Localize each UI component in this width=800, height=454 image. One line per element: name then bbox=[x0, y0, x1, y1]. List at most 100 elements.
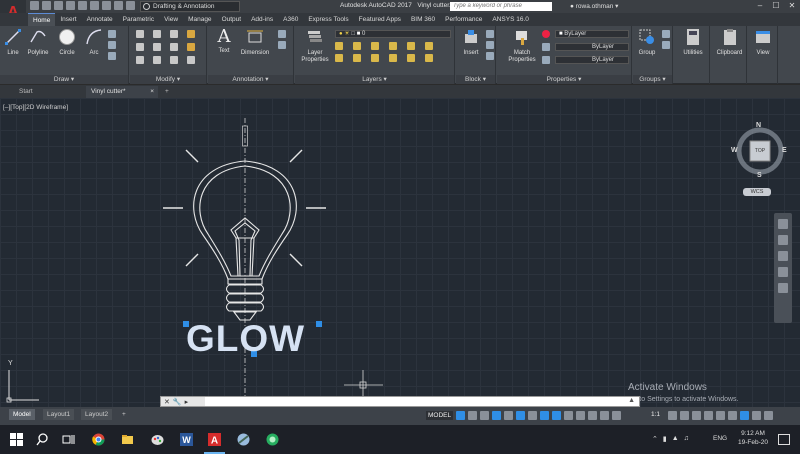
offset-icon[interactable] bbox=[187, 56, 195, 64]
polyline-button[interactable]: Polyline bbox=[25, 28, 51, 56]
block-panel-title[interactable]: Block ▾ bbox=[456, 75, 495, 84]
close-command-line-icon[interactable]: ✕ bbox=[164, 398, 170, 406]
insert-button[interactable]: Insert bbox=[458, 28, 484, 56]
modify-panel-title[interactable]: Modify ▾ bbox=[130, 75, 206, 84]
paint-icon[interactable] bbox=[151, 433, 164, 446]
layer-thaw-icon[interactable] bbox=[389, 54, 397, 62]
tray-chevron-icon[interactable]: ⌃ bbox=[652, 435, 658, 443]
compass-north[interactable]: N bbox=[756, 122, 761, 129]
tab-express-tools[interactable]: Express Tools bbox=[303, 13, 353, 26]
file-tab-start[interactable]: Start bbox=[14, 86, 84, 98]
erase-icon[interactable] bbox=[187, 30, 195, 38]
viewcube[interactable]: N S W E TOP WCS bbox=[730, 120, 790, 198]
mirror-icon[interactable] bbox=[153, 43, 161, 51]
search-icon[interactable] bbox=[36, 433, 49, 446]
layout-tab-layout1[interactable]: Layout1 bbox=[43, 409, 75, 420]
dynamic-input-icon[interactable] bbox=[492, 411, 501, 420]
clean-screen-icon[interactable] bbox=[752, 411, 761, 420]
word-icon[interactable]: W bbox=[180, 433, 193, 446]
stretch-icon[interactable] bbox=[136, 56, 144, 64]
create-block-icon[interactable] bbox=[486, 30, 494, 38]
new-file-icon[interactable] bbox=[30, 1, 39, 10]
snap-icon[interactable] bbox=[468, 411, 477, 420]
lock-ui-icon[interactable] bbox=[716, 411, 725, 420]
chrome-icon[interactable] bbox=[92, 433, 105, 446]
utilities-button[interactable]: Utilities bbox=[678, 28, 708, 56]
compass-south[interactable]: S bbox=[757, 172, 762, 179]
leader-icon[interactable] bbox=[278, 30, 286, 38]
hatch-icon[interactable] bbox=[108, 41, 116, 49]
tab-bim-360[interactable]: BIM 360 bbox=[406, 13, 440, 26]
fillet-icon[interactable] bbox=[170, 43, 178, 51]
layout-tab-layout2[interactable]: Layout2 bbox=[81, 409, 113, 420]
ucs-menu-button[interactable]: WCS bbox=[743, 188, 771, 196]
save-as-icon[interactable] bbox=[66, 1, 75, 10]
web-mobile-icon[interactable] bbox=[78, 1, 87, 10]
windows-start-icon[interactable] bbox=[10, 433, 23, 446]
match-layer-icon[interactable] bbox=[425, 42, 433, 50]
dimension-button[interactable]: Dimension bbox=[238, 28, 272, 56]
volume-icon[interactable]: ♫ bbox=[684, 435, 689, 443]
clock[interactable]: 9:12 AM 19-Feb-20 bbox=[738, 429, 768, 447]
plot-icon[interactable] bbox=[90, 1, 99, 10]
customize-icon[interactable]: 🔧 bbox=[173, 398, 182, 406]
color-dropdown[interactable]: ■ ByLayer bbox=[555, 30, 629, 38]
minimize-button[interactable]: – bbox=[752, 0, 768, 13]
tab-add-ins[interactable]: Add-ins bbox=[246, 13, 278, 26]
close-button[interactable]: ✕ bbox=[784, 0, 800, 13]
text-button[interactable]: A Text bbox=[211, 28, 237, 55]
linetype-dropdown[interactable]: ByLayer bbox=[555, 43, 629, 51]
green-app-icon[interactable] bbox=[266, 433, 279, 446]
ellipse-icon[interactable] bbox=[108, 52, 116, 60]
layer-previous-icon[interactable] bbox=[335, 54, 343, 62]
tab-ansys[interactable]: ANSYS 16.0 bbox=[487, 13, 534, 26]
command-history-icon[interactable]: ▲ bbox=[628, 397, 635, 404]
file-tab-vinyl-cutter[interactable]: Vinyl cutter* × bbox=[86, 86, 158, 98]
selection-cycling-icon[interactable] bbox=[588, 411, 597, 420]
model-space-button[interactable]: MODEL bbox=[426, 411, 454, 420]
transparency-icon[interactable] bbox=[576, 411, 585, 420]
attribute-icon[interactable] bbox=[486, 52, 494, 60]
customization-icon[interactable] bbox=[764, 411, 773, 420]
notifications-icon[interactable] bbox=[778, 434, 790, 445]
quick-properties-icon[interactable] bbox=[704, 411, 713, 420]
layer-unisolate-icon[interactable] bbox=[371, 54, 379, 62]
viewcube-top-face[interactable]: TOP bbox=[752, 148, 768, 154]
polar-tracking-icon[interactable] bbox=[516, 411, 525, 420]
save-icon[interactable] bbox=[54, 1, 63, 10]
groups-panel-title[interactable]: Groups ▾ bbox=[633, 75, 672, 84]
arc-button[interactable]: Arc bbox=[81, 28, 107, 56]
array-icon[interactable] bbox=[170, 56, 178, 64]
layer-unlock-icon[interactable] bbox=[407, 54, 415, 62]
command-prompt-icon[interactable]: ▸ bbox=[185, 398, 189, 406]
explode-icon[interactable] bbox=[187, 43, 195, 51]
workspace-switcher[interactable]: Drafting & Annotation bbox=[140, 1, 240, 12]
units-icon[interactable] bbox=[692, 411, 701, 420]
move-icon[interactable] bbox=[136, 30, 144, 38]
draw-panel-title[interactable]: Draw ▾ bbox=[0, 75, 128, 84]
layer-isolate-icon[interactable] bbox=[353, 42, 361, 50]
drawing-canvas[interactable] bbox=[0, 98, 800, 407]
edit-block-icon[interactable] bbox=[486, 41, 494, 49]
grid-icon[interactable] bbox=[456, 411, 465, 420]
tab-performance[interactable]: Performance bbox=[440, 13, 487, 26]
object-snap-icon[interactable] bbox=[552, 411, 561, 420]
isolate-objects-icon[interactable] bbox=[728, 411, 737, 420]
properties-panel-title[interactable]: Properties ▾ bbox=[497, 75, 631, 84]
compass-east[interactable]: E bbox=[782, 147, 787, 154]
tab-a360[interactable]: A360 bbox=[278, 13, 303, 26]
orbit-icon[interactable] bbox=[778, 267, 788, 277]
share-icon[interactable] bbox=[126, 1, 135, 10]
annotation-panel-title[interactable]: Annotation ▾ bbox=[208, 75, 293, 84]
isometric-icon[interactable] bbox=[528, 411, 537, 420]
match-properties-button[interactable]: Match Properties bbox=[506, 28, 538, 64]
annotation-scale[interactable]: 1:1 bbox=[651, 411, 660, 418]
user-account[interactable]: ● rowa.othman ▾ bbox=[570, 2, 618, 10]
layers-panel-title[interactable]: Layers ▾ bbox=[295, 75, 454, 84]
file-explorer-icon[interactable] bbox=[121, 433, 134, 446]
table-icon[interactable] bbox=[278, 41, 286, 49]
tab-view[interactable]: View bbox=[159, 13, 183, 26]
maximize-button[interactable]: ☐ bbox=[768, 0, 784, 13]
autocad-taskbar-icon[interactable]: A bbox=[208, 433, 221, 446]
layer-merge-icon[interactable] bbox=[425, 54, 433, 62]
